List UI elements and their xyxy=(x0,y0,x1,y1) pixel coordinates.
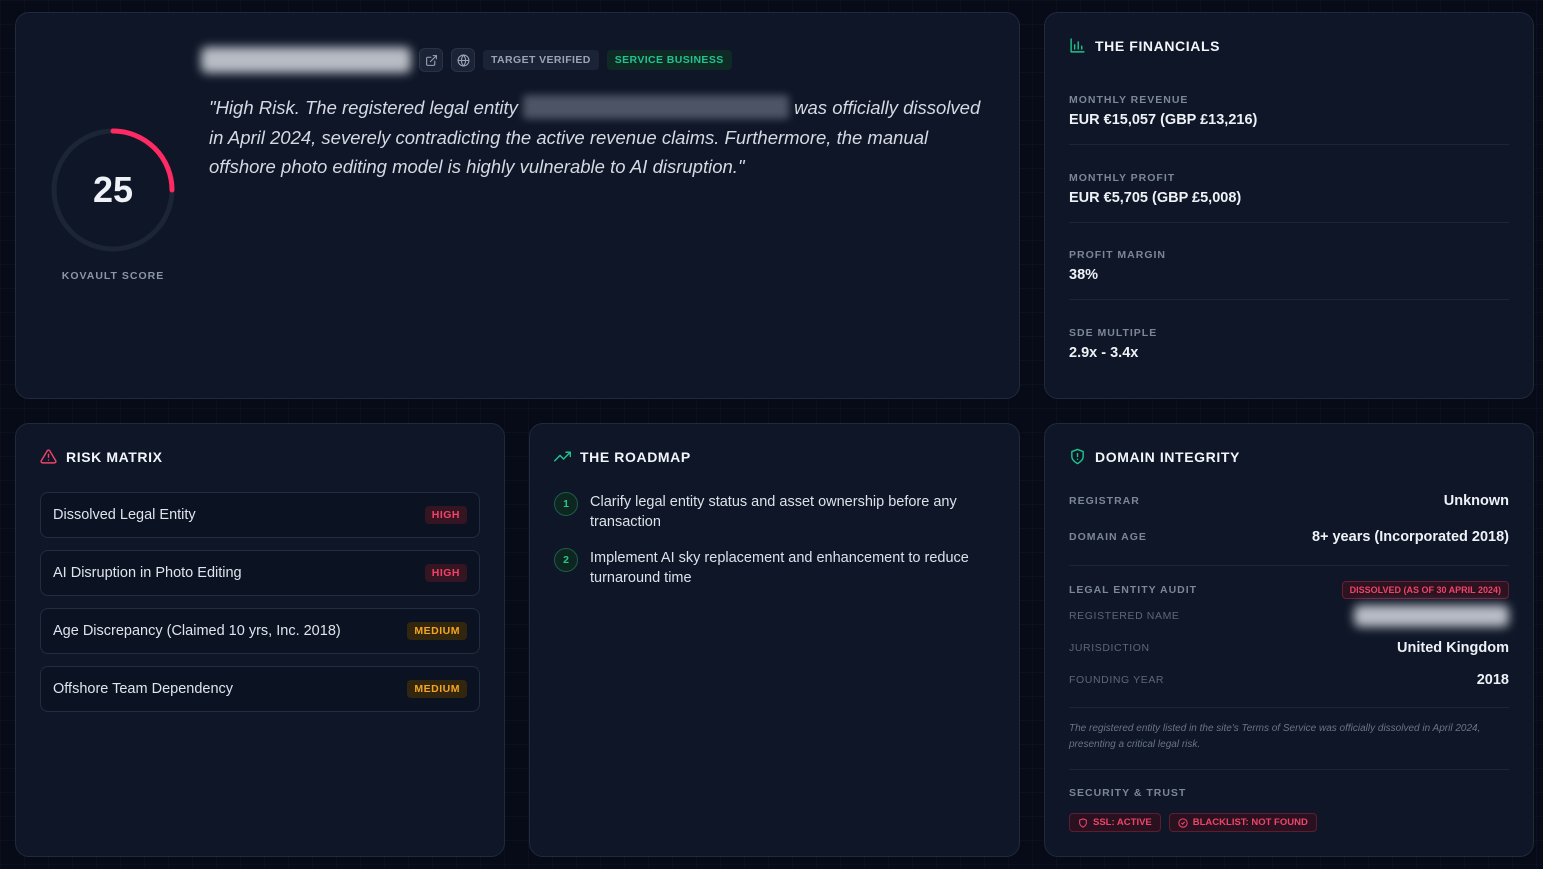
risk-label: AI Disruption in Photo Editing xyxy=(53,565,242,581)
trending-up-icon xyxy=(554,451,571,462)
risk-label: Dissolved Legal Entity xyxy=(53,507,196,523)
score-label: KOVAULT SCORE xyxy=(61,270,165,282)
security-row: SECURITY & TRUST xyxy=(1069,787,1509,799)
founding-year-label: FOUNDING YEAR xyxy=(1069,674,1165,686)
financials-title: THE FINANCIALS xyxy=(1095,37,1221,54)
ssl-badge-label: SSL: ACTIVE xyxy=(1093,817,1152,828)
globe-icon[interactable] xyxy=(451,48,475,72)
roadmap-card: THE ROADMAP 1 Clarify legal entity statu… xyxy=(529,423,1020,857)
divider xyxy=(1069,565,1509,566)
blacklist-badge: BLACKLIST: NOT FOUND xyxy=(1168,813,1317,832)
bar-chart-icon xyxy=(1070,38,1085,53)
roadmap-header: THE ROADMAP xyxy=(554,448,691,465)
registrar-value: Unknown xyxy=(1443,493,1509,509)
risk-item[interactable]: Age Discrepancy (Claimed 10 yrs, Inc. 20… xyxy=(40,608,480,654)
monthly-profit: MONTHLY PROFIT EUR €5,705 (GBP £5,008) xyxy=(1069,172,1509,223)
divider xyxy=(1069,769,1509,770)
fin-label: SDE MULTIPLE xyxy=(1069,327,1158,339)
shield-check-icon xyxy=(1079,817,1087,828)
roadmap-step: 2 Implement AI sky replacement and enhan… xyxy=(554,548,994,588)
blacklist-badge-label: BLACKLIST: NOT FOUND xyxy=(1192,817,1308,828)
founding-year-value: 2018 xyxy=(1476,672,1509,688)
domain-age-label: DOMAIN AGE xyxy=(1069,531,1147,543)
risk-item[interactable]: AI Disruption in Photo Editing HIGH xyxy=(40,550,480,596)
service-business-tag: SERVICE BUSINESS xyxy=(606,50,732,70)
fin-value: EUR €5,705 (GBP £5,008) xyxy=(1069,190,1242,206)
founding-year-row: FOUNDING YEAR 2018 xyxy=(1069,672,1509,688)
roadmap-title: THE ROADMAP xyxy=(580,448,691,465)
warning-triangle-icon xyxy=(40,449,57,464)
legal-audit-label: LEGAL ENTITY AUDIT xyxy=(1069,584,1198,596)
risk-summary-quote: "High Risk. The registered legal entity … xyxy=(209,93,999,182)
registered-name-row: REGISTERED NAME xyxy=(1069,605,1509,627)
domain-header: DOMAIN INTEGRITY xyxy=(1069,448,1240,465)
summary-card: TARGET VERIFIED SERVICE BUSINESS "High R… xyxy=(15,12,1020,399)
risk-title: RISK MATRIX xyxy=(66,448,163,465)
score-value: 25 xyxy=(92,169,134,210)
divider xyxy=(1069,707,1509,708)
risk-item[interactable]: Offshore Team Dependency MEDIUM xyxy=(40,666,480,712)
risk-item[interactable]: Dissolved Legal Entity HIGH xyxy=(40,492,480,538)
step-text: Implement AI sky replacement and enhance… xyxy=(590,550,969,586)
registrar-label: REGISTRAR xyxy=(1069,495,1140,507)
fin-value: 2.9x - 3.4x xyxy=(1069,345,1139,361)
domain-integrity-card: DOMAIN INTEGRITY REGISTRAR Unknown DOMAI… xyxy=(1044,423,1534,857)
legal-audit-row: LEGAL ENTITY AUDIT DISSOLVED (AS OF 30 A… xyxy=(1069,581,1509,599)
security-badges: SSL: ACTIVE BLACKLIST: NOT FOUND xyxy=(1069,813,1317,832)
ssl-badge: SSL: ACTIVE xyxy=(1069,813,1161,832)
jurisdiction-label: JURISDICTION xyxy=(1069,642,1150,654)
shield-icon xyxy=(1071,448,1084,465)
check-circle-icon xyxy=(1178,817,1188,828)
risk-level-badge: MEDIUM xyxy=(407,680,467,698)
dissolved-status-badge: DISSOLVED (AS OF 30 APRIL 2024) xyxy=(1341,581,1509,599)
risk-level-badge: HIGH xyxy=(424,564,467,582)
fin-label: PROFIT MARGIN xyxy=(1069,249,1166,261)
fin-label: MONTHLY REVENUE xyxy=(1069,94,1189,106)
step-number: 2 xyxy=(554,548,578,572)
target-verified-tag: TARGET VERIFIED xyxy=(483,50,599,70)
step-text: Clarify legal entity status and asset ow… xyxy=(590,494,957,530)
registered-name-label: REGISTERED NAME xyxy=(1069,610,1180,622)
risk-header: RISK MATRIX xyxy=(40,448,163,465)
legal-risk-note: The registered entity listed in the site… xyxy=(1069,723,1481,750)
redacted-business-name xyxy=(201,47,411,73)
risk-level-badge: MEDIUM xyxy=(407,622,467,640)
redacted-entity-name xyxy=(523,95,790,119)
domain-age-row: DOMAIN AGE 8+ years (Incorporated 2018) xyxy=(1069,529,1509,545)
profit-margin: PROFIT MARGIN 38% xyxy=(1069,249,1509,300)
sde-multiple: SDE MULTIPLE 2.9x - 3.4x xyxy=(1069,327,1509,377)
domain-title: DOMAIN INTEGRITY xyxy=(1095,448,1240,465)
risk-label: Age Discrepancy (Claimed 10 yrs, Inc. 20… xyxy=(53,623,341,639)
domain-age-value: 8+ years (Incorporated 2018) xyxy=(1311,529,1509,545)
redacted-registered-name xyxy=(1354,605,1509,627)
fin-label: MONTHLY PROFIT xyxy=(1069,172,1176,184)
monthly-revenue: MONTHLY REVENUE EUR €15,057 (GBP £13,216… xyxy=(1069,94,1509,145)
financials-header: THE FINANCIALS xyxy=(1069,37,1220,54)
fin-value: EUR €15,057 (GBP £13,216) xyxy=(1069,112,1258,128)
score-gauge: 25 xyxy=(48,125,178,255)
financials-card: THE FINANCIALS MONTHLY REVENUE EUR €15,0… xyxy=(1044,12,1534,399)
quote-start: "High Risk. The registered legal entity xyxy=(209,97,518,118)
step-number: 1 xyxy=(554,492,578,516)
risk-matrix-card: RISK MATRIX Dissolved Legal Entity HIGH … xyxy=(15,423,505,857)
risk-level-badge: HIGH xyxy=(424,506,467,524)
jurisdiction-value: United Kingdom xyxy=(1397,640,1509,656)
external-link-icon[interactable] xyxy=(419,48,443,72)
title-row: TARGET VERIFIED SERVICE BUSINESS xyxy=(201,47,732,73)
registrar-row: REGISTRAR Unknown xyxy=(1069,493,1509,509)
jurisdiction-row: JURISDICTION United Kingdom xyxy=(1069,640,1509,656)
security-label: SECURITY & TRUST xyxy=(1069,787,1187,799)
roadmap-step: 1 Clarify legal entity status and asset … xyxy=(554,492,994,532)
fin-value: 38% xyxy=(1069,267,1099,283)
risk-label: Offshore Team Dependency xyxy=(53,681,234,697)
